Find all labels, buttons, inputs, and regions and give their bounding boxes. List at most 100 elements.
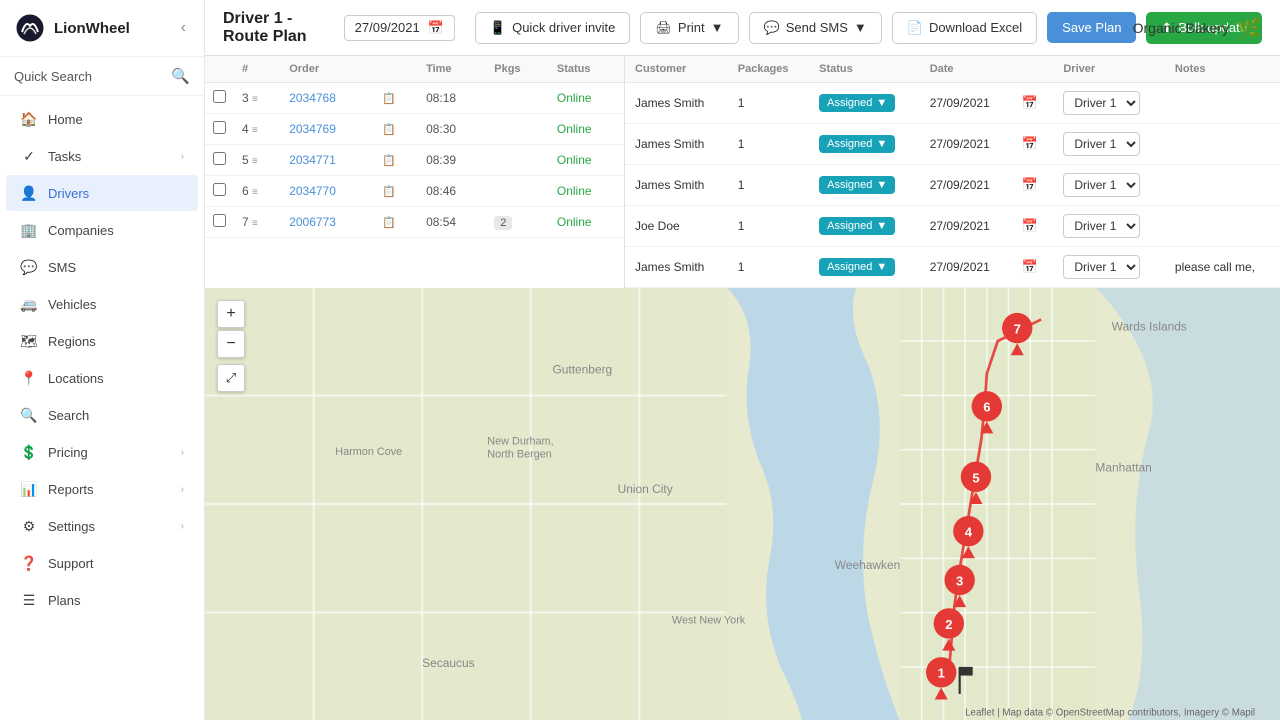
zoom-out-button[interactable]: − xyxy=(217,330,245,358)
col-customer: Customer xyxy=(625,56,728,83)
order-status-badge[interactable]: Assigned ▼ xyxy=(809,206,920,247)
driver-select[interactable]: Driver 1 Driver 2 xyxy=(1063,132,1140,156)
stop-time: 08:46 xyxy=(418,176,486,207)
driver-cell[interactable]: Driver 1 Driver 2 xyxy=(1053,247,1165,288)
order-status-badge[interactable]: Assigned ▼ xyxy=(809,124,920,165)
send-sms-button[interactable]: 💬 Send SMS ▼ xyxy=(749,12,882,44)
svg-text:3: 3 xyxy=(956,573,963,588)
sidebar-item-vehicles[interactable]: 🚐 Vehicles xyxy=(6,286,198,322)
pricing-icon: 💲 xyxy=(20,443,38,461)
order-link-cell[interactable]: 2034769 xyxy=(281,114,374,145)
svg-text:Guttenberg: Guttenberg xyxy=(552,363,612,377)
calendar-icon: 📅 xyxy=(428,20,444,36)
arrow-icon: › xyxy=(181,484,184,495)
order-link[interactable]: 2006773 xyxy=(289,215,336,229)
order-date-value: 27/09/2021 xyxy=(930,137,990,151)
assigned-badge[interactable]: Assigned ▼ xyxy=(819,94,895,112)
order-link[interactable]: 2034769 xyxy=(289,122,336,136)
stop-status: Online xyxy=(549,83,624,114)
order-status-badge[interactable]: Assigned ▼ xyxy=(809,247,920,288)
sidebar-item-settings[interactable]: ⚙ Settings › xyxy=(6,508,198,544)
stop-checkbox-4[interactable] xyxy=(213,214,226,227)
stop-checkbox-0[interactable] xyxy=(213,90,226,103)
svg-text:4: 4 xyxy=(965,525,973,540)
save-plan-button[interactable]: Save Plan xyxy=(1047,12,1136,43)
col-driver: Driver xyxy=(1053,56,1165,83)
sidebar-label-locations: Locations xyxy=(48,371,184,386)
driver-cell[interactable]: Driver 1 Driver 2 xyxy=(1053,165,1165,206)
date-cal-icon[interactable]: 📅 xyxy=(1012,247,1054,288)
assigned-badge[interactable]: Assigned ▼ xyxy=(819,135,895,153)
stop-status: Online xyxy=(549,207,624,238)
sidebar-item-tasks[interactable]: ✓ Tasks › xyxy=(6,138,198,174)
assigned-badge[interactable]: Assigned ▼ xyxy=(819,217,895,235)
support-icon: ❓ xyxy=(20,554,38,572)
order-link[interactable]: 2034771 xyxy=(289,153,336,167)
col-order-date: Date xyxy=(920,56,1012,83)
stop-checkbox-1[interactable] xyxy=(213,121,226,134)
driver-select[interactable]: Driver 1 Driver 2 xyxy=(1063,255,1140,279)
order-link-cell[interactable]: 2034771 xyxy=(281,145,374,176)
assigned-badge[interactable]: Assigned ▼ xyxy=(819,176,895,194)
order-date-value: 27/09/2021 xyxy=(930,219,990,233)
sidebar-item-home[interactable]: 🏠 Home xyxy=(6,101,198,137)
order-link[interactable]: 2034768 xyxy=(289,91,336,105)
arrow-icon: › xyxy=(181,521,184,532)
order-link-cell[interactable]: 2034768 xyxy=(281,83,374,114)
download-excel-button[interactable]: 📄 Download Excel xyxy=(892,12,1037,44)
sidebar-item-companies[interactable]: 🏢 Companies xyxy=(6,212,198,248)
table-row: Joe Doe 1 Assigned ▼ 27/09/2021 📅 Driver… xyxy=(625,206,1280,247)
order-status-badge[interactable]: Assigned ▼ xyxy=(809,83,920,124)
sidebar-item-locations[interactable]: 📍 Locations xyxy=(6,360,198,396)
sidebar-item-regions[interactable]: 🗺 Regions xyxy=(6,323,198,359)
print-button[interactable]: 🖨 Print ▼ xyxy=(640,12,738,44)
sidebar-item-reports[interactable]: 📊 Reports › xyxy=(6,471,198,507)
date-cal-icon[interactable]: 📅 xyxy=(1012,206,1054,247)
quick-driver-invite-button[interactable]: 📱 Quick driver invite xyxy=(475,12,631,44)
order-link-cell[interactable]: 2006773 xyxy=(281,207,374,238)
quick-search-button[interactable]: 🔍 xyxy=(171,67,190,85)
stop-time: 08:18 xyxy=(418,83,486,114)
company-info: Organic Bakery 🌿 xyxy=(1133,0,1262,56)
driver-select[interactable]: Driver 1 Driver 2 xyxy=(1063,91,1140,115)
print-icon: 🖨 xyxy=(655,20,672,36)
sidebar-item-pricing[interactable]: 💲 Pricing › xyxy=(6,434,198,470)
collapse-sidebar-button[interactable]: ‹ xyxy=(177,17,190,39)
sidebar-label-support: Support xyxy=(48,556,184,571)
svg-text:7: 7 xyxy=(1014,322,1021,337)
sidebar-item-drivers[interactable]: 👤 Drivers xyxy=(6,175,198,211)
col-time: Time xyxy=(418,56,486,83)
col-date-icon xyxy=(1012,56,1054,83)
sidebar-item-plans[interactable]: ☰ Plans xyxy=(6,582,198,618)
expand-map-button[interactable]: ⤢ xyxy=(217,364,245,392)
driver-cell[interactable]: Driver 1 Driver 2 xyxy=(1053,83,1165,124)
map-controls: + − ⤢ xyxy=(217,300,245,392)
stop-checkbox-3[interactable] xyxy=(213,183,226,196)
col-order-status: Status xyxy=(809,56,920,83)
order-copy-icon: 📋 xyxy=(374,145,418,176)
sidebar-item-support[interactable]: ❓ Support xyxy=(6,545,198,581)
order-date-cell: 27/09/2021 xyxy=(920,83,1012,124)
date-cal-icon[interactable]: 📅 xyxy=(1012,124,1054,165)
date-cal-icon[interactable]: 📅 xyxy=(1012,165,1054,206)
order-status-badge[interactable]: Assigned ▼ xyxy=(809,165,920,206)
sidebar-item-search[interactable]: 🔍 Search xyxy=(6,397,198,433)
assigned-badge[interactable]: Assigned ▼ xyxy=(819,258,895,276)
svg-text:Leaflet | Map data © OpenStree: Leaflet | Map data © OpenStreetMap contr… xyxy=(965,708,1255,719)
driver-select[interactable]: Driver 1 Driver 2 xyxy=(1063,214,1140,238)
sidebar-item-sms[interactable]: 💬 SMS xyxy=(6,249,198,285)
date-picker[interactable]: 27/09/2021 📅 xyxy=(344,15,455,41)
date-cal-icon[interactable]: 📅 xyxy=(1012,83,1054,124)
app-logo-text: LionWheel xyxy=(54,20,130,37)
order-link-cell[interactable]: 2034770 xyxy=(281,176,374,207)
stop-checkbox-2[interactable] xyxy=(213,152,226,165)
zoom-in-button[interactable]: + xyxy=(217,300,245,328)
order-link[interactable]: 2034770 xyxy=(289,184,336,198)
sidebar-label-tasks: Tasks xyxy=(48,149,181,164)
vehicles-icon: 🚐 xyxy=(20,295,38,313)
table-row: 3 ≡ 2034768 📋 08:18 Online xyxy=(205,83,624,114)
driver-cell[interactable]: Driver 1 Driver 2 xyxy=(1053,124,1165,165)
driver-select[interactable]: Driver 1 Driver 2 xyxy=(1063,173,1140,197)
driver-cell[interactable]: Driver 1 Driver 2 xyxy=(1053,206,1165,247)
order-notes xyxy=(1165,165,1280,206)
